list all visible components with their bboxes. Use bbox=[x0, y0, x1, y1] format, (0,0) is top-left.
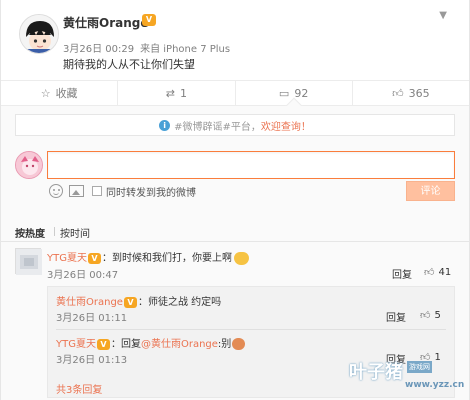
repost-checkbox-label[interactable]: 同时转发到我的微博 bbox=[106, 184, 196, 199]
like-button[interactable]: 👍︎ 365 bbox=[353, 81, 469, 105]
post-avatar[interactable] bbox=[19, 14, 59, 54]
chevron-down-icon[interactable]: ▼ bbox=[439, 10, 447, 21]
like-count: 365 bbox=[408, 86, 430, 100]
vip-badge-icon: V bbox=[123, 296, 137, 308]
comment-input[interactable] bbox=[47, 151, 455, 179]
comment-like-count: 41 bbox=[438, 267, 452, 278]
post-time[interactable]: 3月26日 00:29 bbox=[63, 44, 134, 55]
like-icon: 👍︎ bbox=[420, 310, 431, 321]
comment-panel: i #微博辟谣#平台， 欢迎查询！ 同时转发到我的微博 评论 按热度 按时间 Y… bbox=[1, 106, 469, 400]
reply-mention[interactable]: @黄仕雨Orange bbox=[141, 339, 218, 350]
post-text: 期待我的人从不让你们失望 bbox=[63, 58, 195, 71]
action-bar: ☆ 收藏 ⇄ 1 ▭ 92 👍︎ 365 bbox=[1, 80, 469, 115]
image-icon[interactable] bbox=[69, 185, 84, 197]
food-emoji-icon bbox=[232, 338, 246, 350]
repost-button[interactable]: ⇄ 1 bbox=[118, 81, 236, 105]
watermark-tag: 游戏网 bbox=[407, 361, 432, 373]
comment-content: YTG夏天 V ：到时候和我们打，你要上啊 bbox=[47, 249, 249, 265]
reply-prefix: ：回复 bbox=[110, 339, 141, 350]
post-source: 来自 iPhone 7 Plus bbox=[140, 44, 231, 55]
notice-link[interactable]: 欢迎查询！ bbox=[261, 118, 311, 133]
avatar-illustration bbox=[20, 15, 58, 53]
post-user-name[interactable]: 黄仕雨Orange bbox=[63, 14, 149, 31]
reply-user-name[interactable]: YTG夏天 bbox=[56, 339, 96, 350]
repost-checkbox[interactable] bbox=[92, 186, 102, 196]
comment-text: ：到时候和我们打，你要上啊 bbox=[101, 253, 232, 264]
reply-divider bbox=[56, 329, 446, 330]
reply-content: YTG夏天 V ：回复@黄仕雨Orange:别 bbox=[56, 335, 246, 350]
my-avatar-illustration bbox=[16, 152, 42, 178]
sort-bar: 按热度 按时间 bbox=[1, 222, 469, 242]
reply-suffix: :别 bbox=[217, 339, 232, 350]
comment-avatar[interactable] bbox=[15, 248, 42, 275]
more-replies-link[interactable]: 共3条回复 bbox=[56, 381, 102, 396]
emoji-icon[interactable] bbox=[49, 184, 63, 198]
favorite-button[interactable]: ☆ 收藏 bbox=[1, 81, 119, 105]
sort-divider bbox=[54, 227, 55, 236]
comment-avatar-illustration bbox=[16, 249, 42, 275]
comment-time: 3月26日 00:47 bbox=[47, 270, 119, 281]
like-icon: 👍︎ bbox=[392, 86, 404, 100]
reply-user-name[interactable]: 黄仕雨Orange bbox=[56, 297, 123, 308]
comment-user-name[interactable]: YTG夏天 bbox=[47, 253, 87, 264]
star-icon: ☆ bbox=[40, 86, 51, 100]
repost-icon: ⇄ bbox=[165, 86, 175, 100]
repost-count: 1 bbox=[179, 86, 187, 100]
post: 黄仕雨Orange V 3月26日 00:29 来自 iPhone 7 Plus … bbox=[1, 0, 469, 80]
reply-like-button[interactable]: 👍︎ 5 bbox=[420, 309, 441, 321]
reply-content: 黄仕雨Orange V ：师徒之战 约定吗 bbox=[56, 293, 221, 308]
comment-count: 92 bbox=[294, 86, 309, 100]
like-icon: 👍︎ bbox=[424, 267, 435, 278]
comment-button[interactable]: ▭ 92 bbox=[236, 81, 353, 115]
reply-reply-button[interactable]: 回复 bbox=[386, 309, 406, 324]
vip-badge-icon: V bbox=[142, 14, 156, 26]
watermark-name: 叶子猪 bbox=[349, 362, 403, 383]
weibo-card: 黄仕雨Orange V 3月26日 00:29 来自 iPhone 7 Plus … bbox=[0, 0, 470, 400]
vip-badge-icon: V bbox=[87, 252, 101, 264]
info-icon: i bbox=[159, 119, 171, 131]
comment-reply-button[interactable]: 回复 bbox=[392, 266, 412, 281]
site-watermark: 叶子猪 游戏网 www.yzz.cn bbox=[349, 358, 465, 396]
reply-text: ：师徒之战 约定吗 bbox=[137, 297, 222, 308]
rumor-notice[interactable]: i #微博辟谣#平台， 欢迎查询！ bbox=[15, 114, 455, 136]
sort-by-time-tab[interactable]: 按时间 bbox=[60, 225, 90, 240]
reply-time: 3月26日 01:11 bbox=[56, 313, 128, 324]
vip-badge-icon: V bbox=[96, 338, 110, 350]
my-avatar bbox=[15, 151, 43, 179]
sort-by-hot-tab[interactable]: 按热度 bbox=[15, 225, 45, 240]
cat-emoji-icon bbox=[233, 251, 249, 265]
comment-like-button[interactable]: 👍︎ 41 bbox=[424, 266, 451, 278]
reply-like-count: 5 bbox=[434, 310, 441, 321]
comment-submit-button[interactable]: 评论 bbox=[406, 181, 455, 201]
notice-prefix: #微博辟谣#平台， bbox=[174, 121, 261, 133]
post-meta: 3月26日 00:29 来自 iPhone 7 Plus bbox=[63, 40, 230, 55]
reply-time: 3月26日 01:13 bbox=[56, 355, 128, 366]
watermark-url: www.yzz.cn bbox=[405, 380, 465, 390]
comment-icon: ▭ bbox=[278, 86, 290, 100]
favorite-label: 收藏 bbox=[55, 87, 78, 100]
